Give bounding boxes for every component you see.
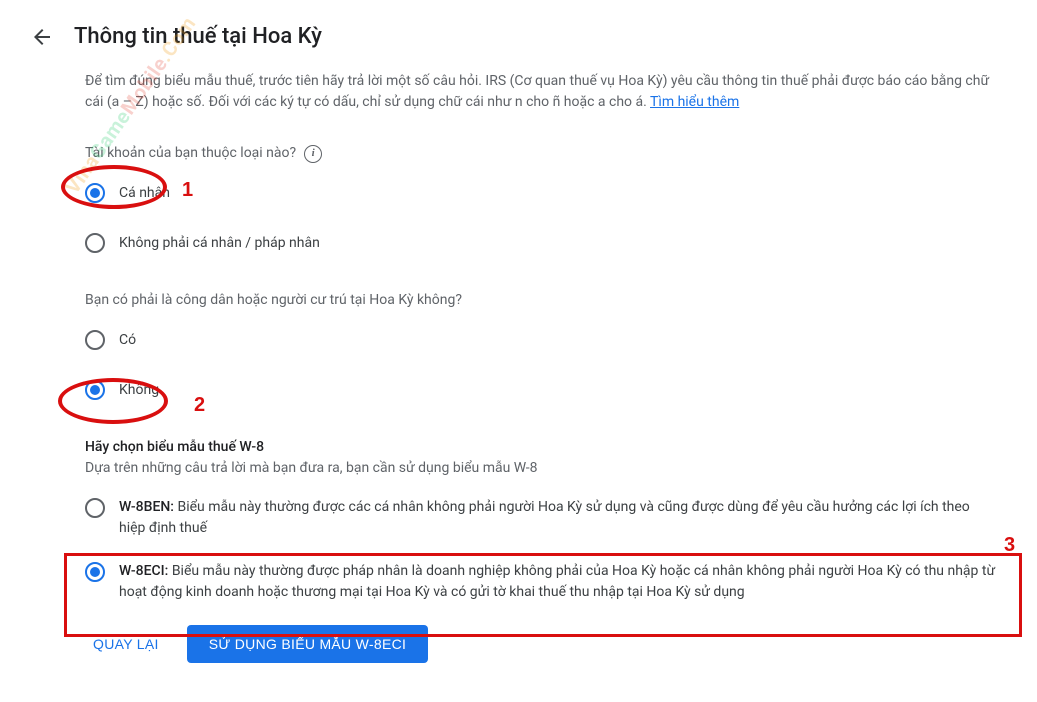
q1-label: Tài khoản của bạn thuộc loại nào? [85,143,296,164]
option-label: Có [119,329,136,351]
option-label: Không phải cá nhân / pháp nhân [119,232,320,254]
info-icon[interactable]: i [304,145,322,163]
option-individual[interactable]: Cá nhân [85,182,997,204]
question-account-type: Tài khoản của bạn thuộc loại nào? i Cá n… [85,143,997,254]
question-us-citizen: Bạn có phải là công dân hoặc người cư tr… [85,290,997,401]
option-no[interactable]: Không [85,379,997,401]
radio-icon[interactable] [85,330,105,350]
intro-text: Để tìm đúng biểu mẫu thuế, trước tiên hã… [85,71,997,113]
question-w8-form: Hãy chọn biểu mẫu thuế W-8 Dựa trên nhữn… [85,437,997,603]
opt-text: Biểu mẫu này thường được pháp nhân là do… [119,563,995,600]
back-arrow-icon[interactable] [30,25,54,49]
option-w8ben[interactable]: W-8BEN: Biểu mẫu này thường được các cá … [85,497,997,539]
page-title: Thông tin thuế tại Hoa Kỳ [74,20,322,53]
opt-text: Biểu mẫu này thường được các cá nhân khô… [119,499,970,536]
option-desc: W-8ECI: Biểu mẫu này thường được pháp nh… [119,561,997,603]
q2-label: Bạn có phải là công dân hoặc người cư tr… [85,290,462,311]
q3-heading: Hãy chọn biểu mẫu thuế W-8 [85,437,997,458]
q3-sub: Dựa trên những câu trả lời mà bạn đưa ra… [85,458,997,479]
option-non-individual[interactable]: Không phải cá nhân / pháp nhân [85,232,997,254]
option-label: Cá nhân [119,182,170,204]
option-yes[interactable]: Có [85,329,997,351]
back-button[interactable]: Quay lại [85,626,167,662]
opt-name: W-8BEN: [119,499,174,515]
learn-more-link[interactable]: Tìm hiểu thêm [650,94,739,110]
radio-icon[interactable] [85,380,105,400]
radio-icon[interactable] [85,183,105,203]
submit-button[interactable]: Sử dụng biểu mẫu W-8ECI [187,625,429,663]
opt-name: W-8ECI: [119,563,168,579]
option-w8eci[interactable]: W-8ECI: Biểu mẫu này thường được pháp nh… [85,561,997,603]
option-desc: W-8BEN: Biểu mẫu này thường được các cá … [119,497,997,539]
radio-icon[interactable] [85,498,105,518]
radio-icon[interactable] [85,562,105,582]
intro-body: Để tìm đúng biểu mẫu thuế, trước tiên hã… [85,73,989,110]
option-label: Không [119,379,159,401]
radio-icon[interactable] [85,233,105,253]
